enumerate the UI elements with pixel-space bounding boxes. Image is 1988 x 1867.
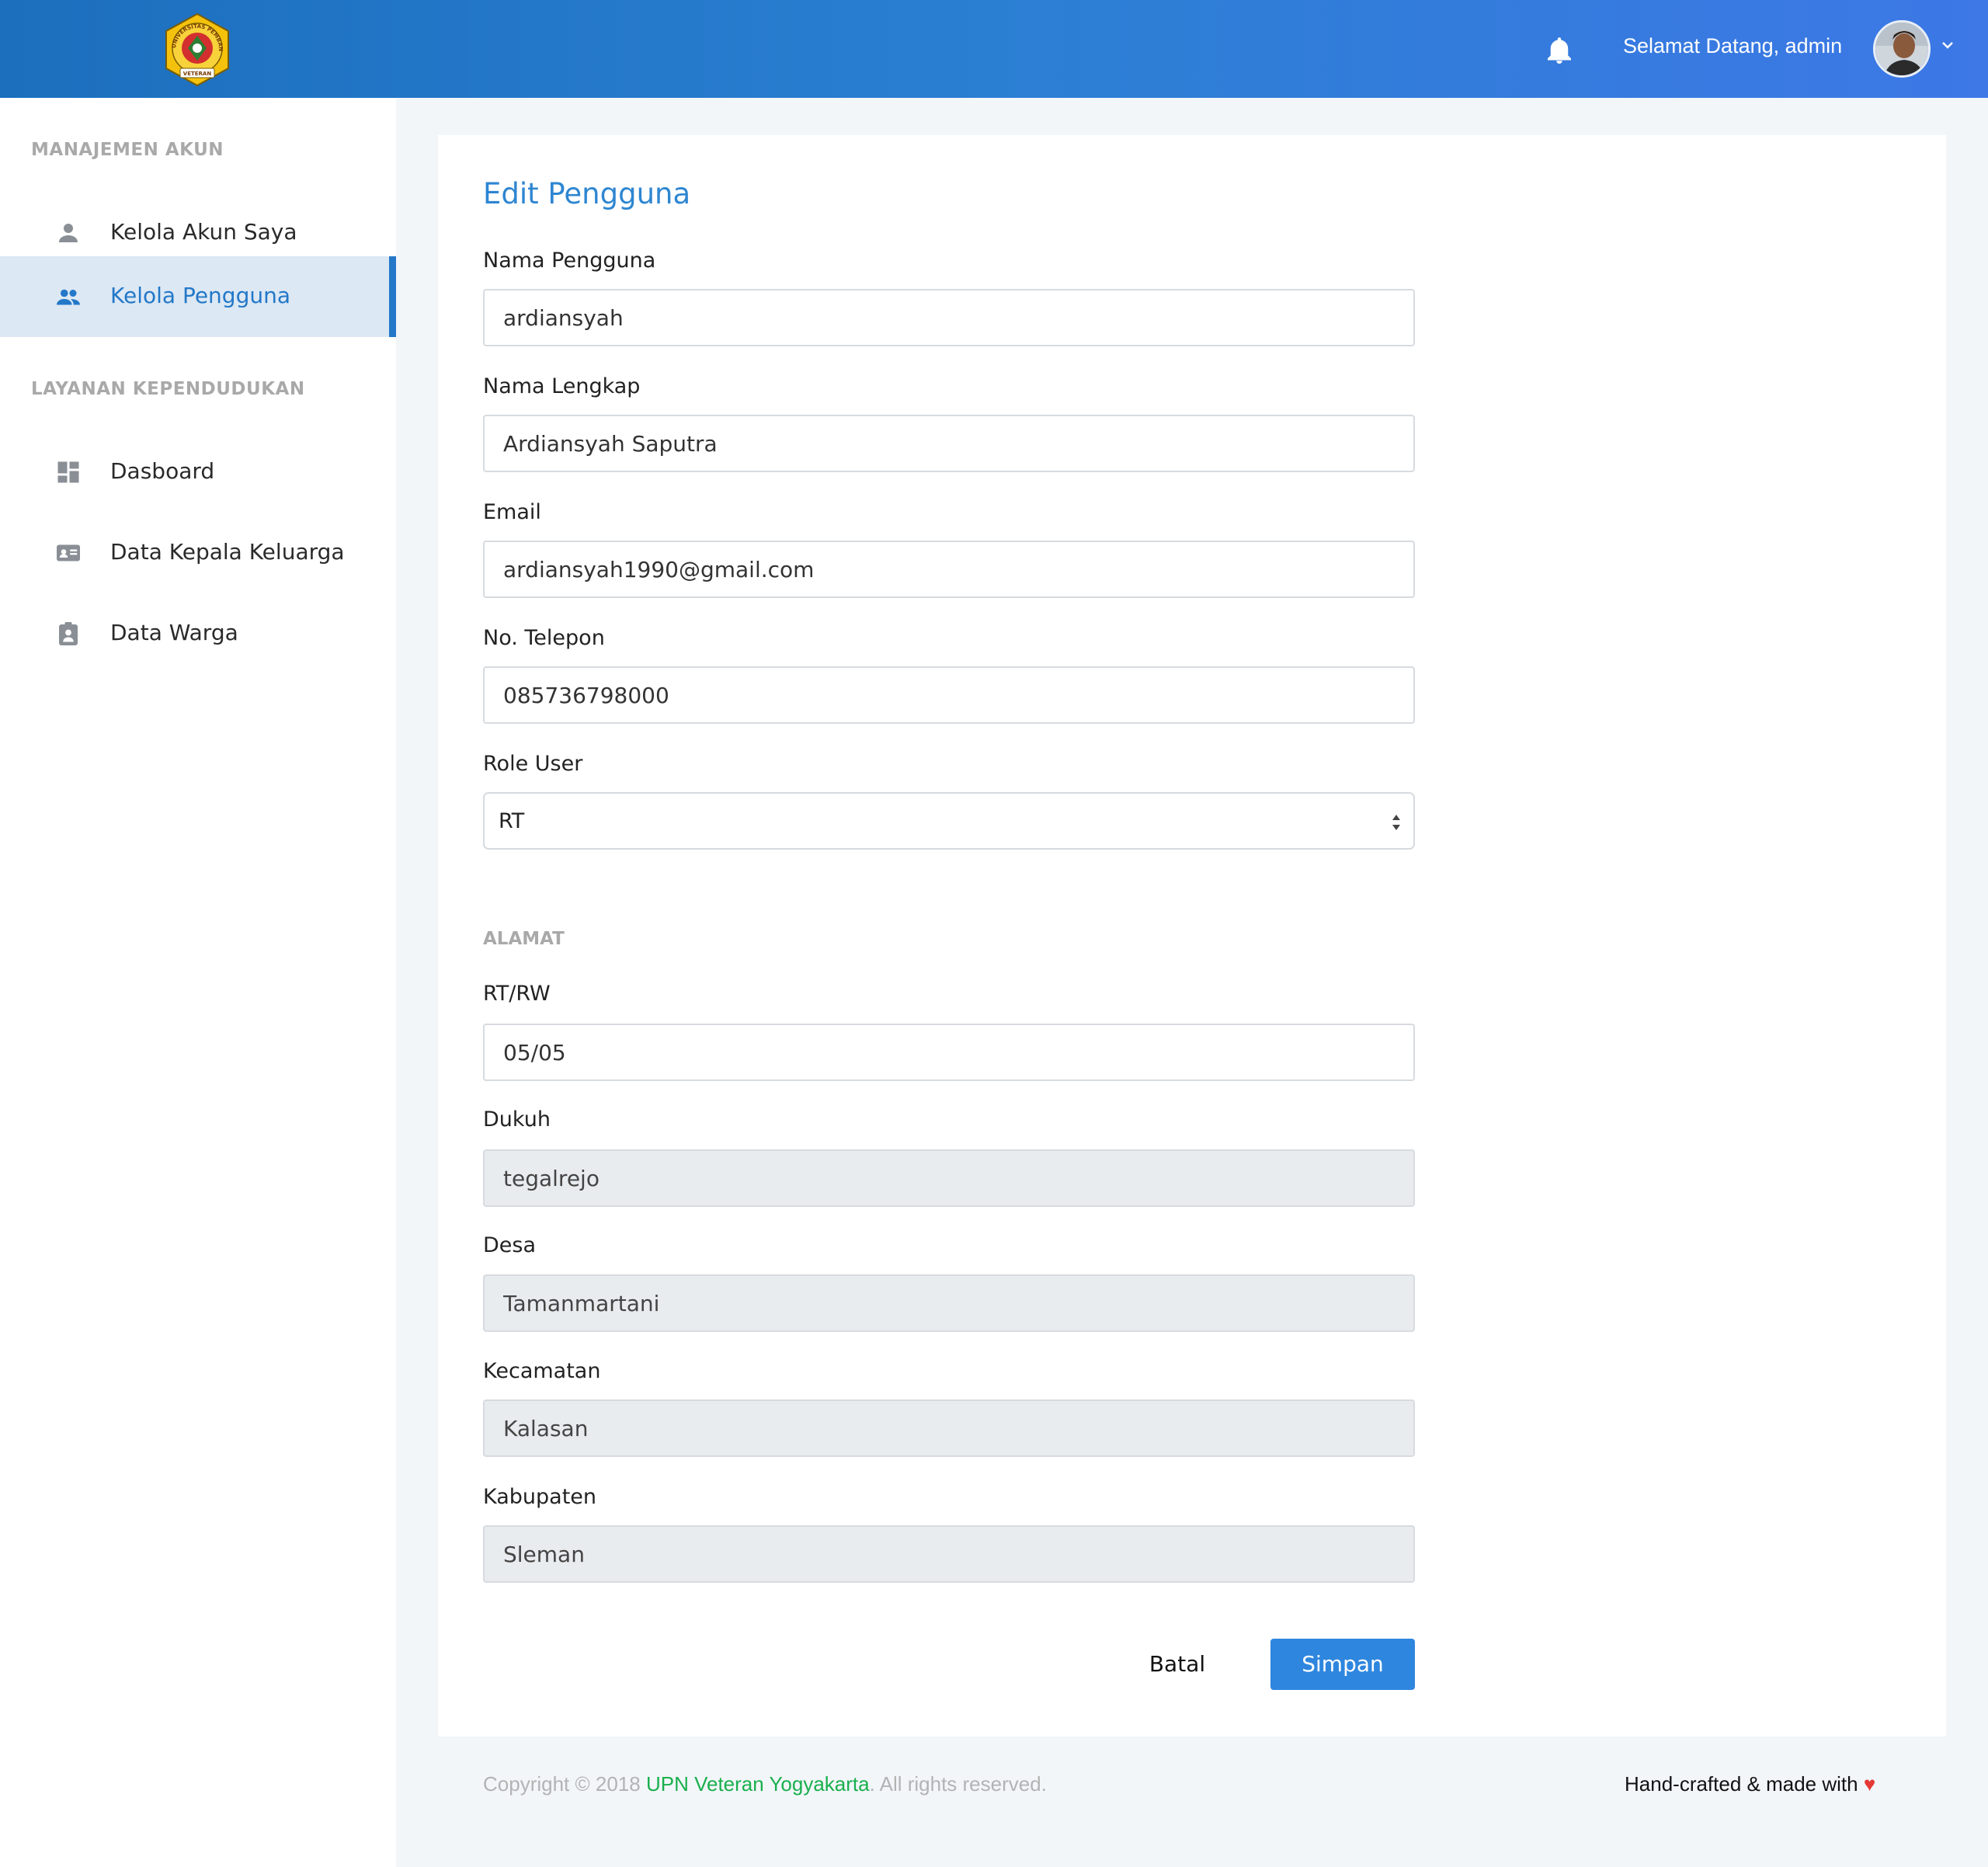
sidebar-item-data-warga[interactable]: Data Warga [0,593,396,674]
svg-text:VETERAN: VETERAN [183,71,212,77]
role-select[interactable]: RT [483,792,1415,850]
sidebar-item-kelola-pengguna[interactable]: Kelola Pengguna [0,256,396,337]
address-section-title: ALAMAT [483,929,565,949]
welcome-text: Selamat Datang, admin [1623,34,1843,57]
kabupaten-field [483,1525,1415,1583]
phone-field[interactable] [483,666,1415,724]
kabupaten-label: Kabupaten [483,1485,597,1509]
heart-icon: ♥ [1863,1772,1876,1796]
footer-credit: Hand-crafted & made with ♥ [1625,1772,1875,1796]
footer-copyright: Copyright © 2018 UPN Veteran Yogyakarta.… [483,1772,1047,1796]
sidebar-item-dasboard[interactable]: Dasboard [0,432,396,513]
sidebar-section-title: MANAJEMEN AKUN [31,140,224,160]
dukuh-field [483,1149,1415,1207]
top-navbar: UNIVERSITAS PEMBANGUNAN NASIONAL VETERAN… [0,0,1988,98]
sidebar: MANAJEMEN AKUN Kelola Akun Saya Kelola P… [0,98,396,1867]
cancel-button[interactable]: Batal [1121,1639,1233,1690]
sidebar-item-label: Kelola Akun Saya [110,219,297,245]
role-label: Role User [483,752,583,776]
notification-bell-icon[interactable] [1545,34,1573,65]
email-field[interactable] [483,541,1415,598]
chevron-down-icon[interactable] [1940,37,1955,53]
sidebar-item-label: Dasboard [110,458,215,484]
copyright-prefix: Copyright © 2018 [483,1772,646,1796]
username-field[interactable] [483,289,1415,346]
id-card-icon [54,539,82,567]
kecamatan-label: Kecamatan [483,1359,601,1383]
page-title: Edit Pengguna [483,177,691,210]
dukuh-label: Dukuh [483,1107,551,1132]
fullname-label: Nama Lengkap [483,374,641,398]
people-icon [54,283,82,311]
sidebar-item-label: Kelola Pengguna [110,283,290,308]
select-arrows-icon [1390,811,1402,834]
sidebar-item-label: Data Warga [110,620,238,645]
role-select-value: RT [499,809,525,833]
person-icon [54,219,82,247]
phone-label: No. Telepon [483,626,605,650]
sidebar-section-title: LAYANAN KEPENDUDUKAN [31,379,305,399]
email-label: Email [483,500,541,524]
user-avatar[interactable] [1873,20,1931,78]
dashboard-icon [54,458,82,486]
org-link[interactable]: UPN Veteran Yogyakarta [646,1772,870,1796]
sidebar-item-label: Data Kepala Keluarga [110,539,345,565]
username-label: Nama Pengguna [483,249,656,273]
rtrw-label: RT/RW [483,982,551,1006]
credit-text: Hand-crafted & made with [1625,1772,1858,1796]
copyright-suffix: . All rights reserved. [869,1772,1047,1796]
university-logo[interactable]: UNIVERSITAS PEMBANGUNAN NASIONAL VETERAN [156,8,236,87]
form-card [438,135,1946,1737]
save-button[interactable]: Simpan [1270,1639,1415,1690]
desa-label: Desa [483,1233,537,1257]
fullname-field[interactable] [483,415,1415,472]
sidebar-item-data-kepala-keluarga[interactable]: Data Kepala Keluarga [0,513,396,593]
rtrw-field[interactable] [483,1024,1415,1081]
kecamatan-field [483,1399,1415,1457]
desa-field [483,1274,1415,1332]
clipboard-person-icon [54,620,82,648]
